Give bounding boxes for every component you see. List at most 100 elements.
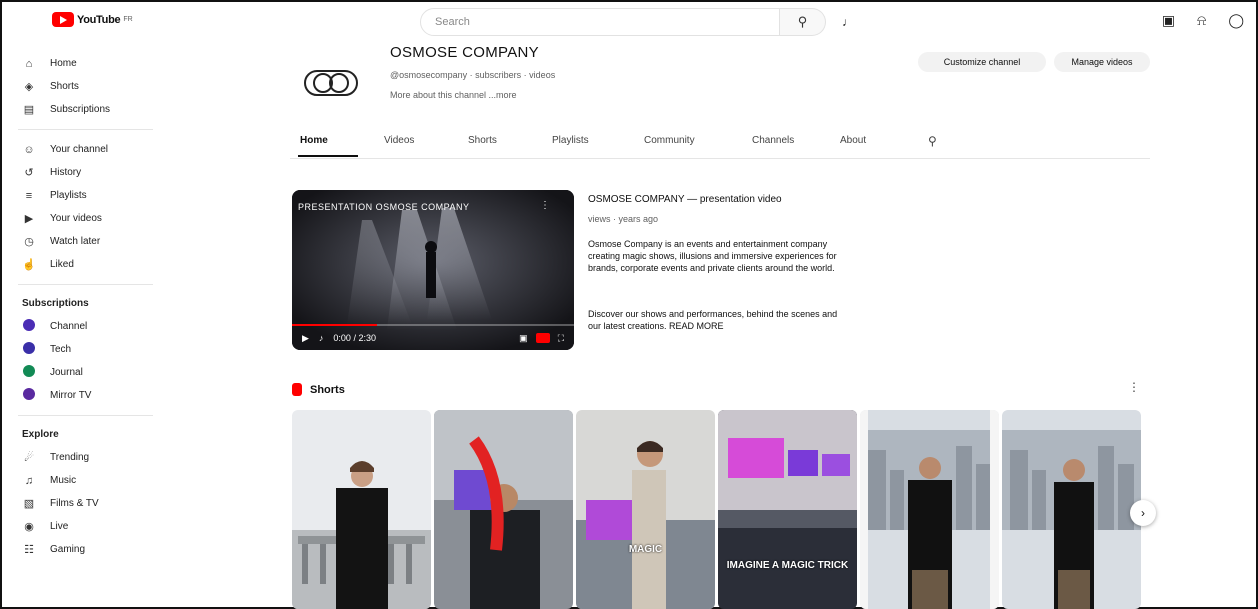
captions-icon[interactable]: ▣ (519, 333, 528, 344)
short-caption: MAGIC (628, 544, 663, 555)
short-caption: IMAGINE A MAGIC TRICK (726, 560, 849, 571)
sidebar-item-home[interactable]: ⌂ Home (18, 52, 158, 75)
sidebar-item-live[interactable]: ◉ Live (18, 515, 158, 538)
like-icon: ☝ (22, 259, 36, 271)
subscription-label: Tech (50, 344, 72, 355)
short-card[interactable] (292, 410, 431, 609)
fullscreen-icon[interactable]: ⛶ (558, 333, 564, 344)
sidebar-item-trending[interactable]: ☄ Trending (18, 446, 158, 469)
avatar (22, 319, 36, 334)
customize-channel-button[interactable]: Customize channel (918, 52, 1046, 72)
channel-meta: @osmosecompany · subscribers · videos (390, 70, 556, 80)
logo-region: FR (123, 16, 133, 23)
subscription-item[interactable]: Mirror TV (18, 384, 158, 407)
sidebar-item-label: Films & TV (50, 498, 99, 509)
shorts-next-button[interactable]: › (1130, 500, 1156, 526)
subscriptions-heading: Subscriptions (22, 298, 89, 309)
short-card[interactable] (1002, 410, 1141, 609)
short-thumbnail (860, 410, 999, 609)
sidebar-item-label: Watch later (50, 236, 101, 247)
play-icon[interactable]: ▶ (302, 333, 309, 344)
sidebar-item-label: History (50, 167, 82, 178)
search-button[interactable]: ⚲ (780, 8, 826, 36)
sidebar-item-label: Trending (50, 452, 90, 463)
sidebar-item-label: Gaming (50, 544, 86, 555)
tab-home[interactable]: Home (300, 128, 328, 154)
mic-icon: ♩ (842, 15, 854, 29)
tab-about[interactable]: About (840, 128, 866, 154)
short-card[interactable]: IMAGINE A MAGIC TRICK (718, 410, 857, 609)
gaming-icon: ☷ (24, 544, 34, 556)
subscription-item[interactable]: Channel (18, 315, 158, 338)
youtube-mini-icon[interactable] (535, 333, 550, 343)
top-right-actions: ▣ ⍾ ◯ (1162, 12, 1244, 29)
sidebar-item-your-channel[interactable]: ☺ Your channel (18, 138, 158, 161)
create-icon[interactable]: ▣ (1162, 12, 1175, 29)
subscription-item[interactable]: Journal (18, 361, 158, 384)
more-icon[interactable]: ⋮ (1128, 380, 1140, 394)
home-icon: ⌂ (25, 57, 33, 70)
avatar (22, 388, 36, 403)
sidebar-item-subscriptions[interactable]: ▤ Subscriptions (18, 98, 158, 121)
search-input[interactable]: Search (420, 8, 780, 36)
film-icon: ▧ (23, 498, 35, 510)
sidebar-item-gaming[interactable]: ☷ Gaming (18, 538, 158, 561)
mic-button[interactable]: ♩ (836, 10, 860, 34)
search-icon: ⚲ (797, 14, 808, 29)
subscription-item[interactable]: Tech (18, 338, 158, 361)
short-thumbnail (434, 410, 573, 609)
live-icon: ◉ (24, 521, 34, 533)
featured-video-description-more[interactable]: Discover our shows and performances, beh… (588, 308, 850, 332)
divider (18, 415, 153, 416)
tab-playlists[interactable]: Playlists (552, 128, 589, 154)
short-card[interactable] (434, 410, 573, 609)
sidebar-item-label: Your videos (50, 213, 102, 224)
sidebar-item-label: Subscriptions (50, 104, 111, 115)
sidebar-item-history[interactable]: ↺ History (18, 161, 158, 184)
sidebar-item-playlists[interactable]: ≡ Playlists (18, 184, 158, 207)
volume-icon[interactable]: ♪ (319, 333, 324, 343)
featured-video-player[interactable]: PRESENTATION OSMOSE COMPANY ⋮ ▶ ♪ 0:00 /… (292, 190, 574, 350)
short-card[interactable] (860, 410, 999, 609)
sidebar-item-shorts[interactable]: ◈ Shorts (18, 75, 158, 98)
sidebar-item-music[interactable]: ♫ Music (18, 469, 158, 492)
chevron-right-icon: › (1141, 506, 1145, 520)
account-icon[interactable]: ◯ (1228, 12, 1244, 29)
short-thumbnail (576, 410, 715, 609)
music-icon: ♫ (24, 474, 34, 487)
tab-shorts[interactable]: Shorts (468, 128, 497, 154)
channel-avatar[interactable] (300, 52, 362, 114)
tab-search-icon[interactable]: ⚲ (928, 128, 937, 154)
tab-videos[interactable]: Videos (384, 128, 414, 154)
sidebar-item-label: Live (50, 521, 69, 532)
subscription-label: Mirror TV (50, 390, 92, 401)
channel-name: OSMOSE COMPANY (390, 44, 539, 61)
subscriptions-icon: ▤ (23, 104, 35, 116)
shorts-logo-icon (292, 383, 302, 396)
manage-videos-button[interactable]: Manage videos (1054, 52, 1150, 72)
notifications-icon[interactable]: ⍾ (1197, 12, 1206, 29)
playlists-icon: ≡ (25, 189, 33, 202)
tab-channels[interactable]: Channels (752, 128, 794, 154)
short-card[interactable]: MAGIC (576, 410, 715, 609)
featured-video-title[interactable]: OSMOSE COMPANY — presentation video (588, 194, 782, 205)
subscription-label: Journal (50, 367, 83, 378)
sidebar-item-label: Music (50, 475, 77, 486)
sidebar-item-label: Home (50, 58, 77, 69)
logo-text: YouTube (77, 13, 121, 26)
sidebar-item-liked[interactable]: ☝ Liked (18, 253, 158, 276)
featured-video-stats: views · years ago (588, 214, 659, 224)
more-icon[interactable]: ⋮ (540, 200, 550, 211)
sidebar-item-watch-later[interactable]: ◷ Watch later (18, 230, 158, 253)
trending-icon: ☄ (24, 452, 34, 464)
sidebar-item-your-videos[interactable]: ▶ Your videos (18, 207, 158, 230)
videos-icon: ▶ (24, 213, 34, 225)
short-thumbnail (1002, 410, 1141, 609)
channel-description[interactable]: More about this channel ...more (390, 90, 517, 100)
tab-community[interactable]: Community (644, 128, 695, 154)
youtube-logo[interactable]: YouTube FR (52, 12, 133, 27)
clock-icon: ◷ (24, 236, 34, 248)
sidebar-item-label: Playlists (50, 190, 87, 201)
sidebar-item-films[interactable]: ▧ Films & TV (18, 492, 158, 515)
top-bar: YouTube FR Search ⚲ ♩ ▣ ⍾ ◯ (0, 0, 1258, 48)
